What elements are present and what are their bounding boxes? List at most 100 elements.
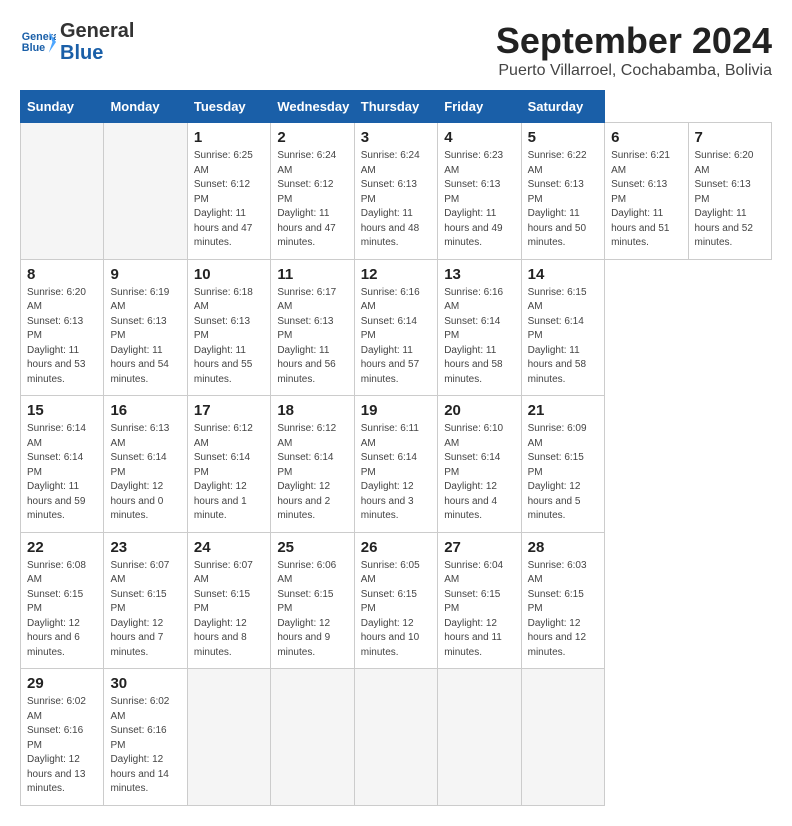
day-info: Sunrise: 6:06 AMSunset: 6:15 PMDaylight:… — [277, 559, 347, 661]
day-info: Sunrise: 6:02 AMSunset: 6:16 PMDaylight:… — [27, 695, 97, 797]
day-info: Sunrise: 6:12 AMSunset: 6:14 PMDaylight:… — [277, 422, 347, 524]
day-number: 30 — [110, 675, 180, 692]
day-number: 2 — [277, 129, 347, 146]
day-info: Sunrise: 6:17 AMSunset: 6:13 PMDaylight:… — [277, 286, 347, 388]
table-row: 22 Sunrise: 6:08 AMSunset: 6:15 PMDayligh… — [21, 532, 104, 669]
logo: General Blue GeneralBlue — [20, 20, 134, 64]
day-info: Sunrise: 6:11 AMSunset: 6:14 PMDaylight:… — [361, 422, 431, 524]
day-info: Sunrise: 6:25 AMSunset: 6:12 PMDaylight:… — [194, 149, 264, 251]
table-row — [21, 123, 104, 260]
calendar-table: SundayMondayTuesdayWednesdayThursdayFrid… — [20, 90, 772, 806]
location: Puerto Villarroel, Cochabamba, Bolivia — [496, 62, 772, 80]
table-row: 3 Sunrise: 6:24 AMSunset: 6:13 PMDaylight… — [354, 123, 437, 260]
day-number: 22 — [27, 539, 97, 556]
day-info: Sunrise: 6:04 AMSunset: 6:15 PMDaylight:… — [444, 559, 514, 661]
table-row: 18 Sunrise: 6:12 AMSunset: 6:14 PMDayligh… — [271, 396, 354, 533]
day-info: Sunrise: 6:24 AMSunset: 6:12 PMDaylight:… — [277, 149, 347, 251]
table-row — [354, 669, 437, 806]
svg-text:Blue: Blue — [22, 42, 45, 54]
table-row: 21 Sunrise: 6:09 AMSunset: 6:15 PMDayligh… — [521, 396, 604, 533]
day-number: 20 — [444, 402, 514, 419]
table-row: 26Sunrise: 6:05 AMSunset: 6:15 PMDayligh… — [354, 532, 437, 669]
table-row: 14 Sunrise: 6:15 AMSunset: 6:14 PMDayligh… — [521, 259, 604, 396]
day-info: Sunrise: 6:13 AMSunset: 6:14 PMDaylight:… — [110, 422, 180, 524]
weekday-header-tuesday: Tuesday — [187, 91, 270, 123]
day-info: Sunrise: 6:16 AMSunset: 6:14 PMDaylight:… — [444, 286, 514, 388]
table-row: 17 Sunrise: 6:12 AMSunset: 6:14 PMDayligh… — [187, 396, 270, 533]
title-block: September 2024 Puerto Villarroel, Cochab… — [496, 20, 772, 80]
table-row: 1 Sunrise: 6:25 AMSunset: 6:12 PMDaylight… — [187, 123, 270, 260]
table-row: 25 Sunrise: 6:06 AMSunset: 6:15 PMDayligh… — [271, 532, 354, 669]
day-info: Sunrise: 6:14 AMSunset: 6:14 PMDaylight:… — [27, 422, 97, 524]
weekday-header-saturday: Saturday — [521, 91, 604, 123]
table-row: 23Sunrise: 6:07 AMSunset: 6:15 PMDayligh… — [104, 532, 187, 669]
day-number: 21 — [528, 402, 598, 419]
day-info: Sunrise: 6:03 AMSunset: 6:15 PMDaylight:… — [528, 559, 598, 661]
logo-icon: General Blue — [20, 24, 56, 60]
table-row: 16Sunrise: 6:13 AMSunset: 6:14 PMDayligh… — [104, 396, 187, 533]
day-info: Sunrise: 6:16 AMSunset: 6:14 PMDaylight:… — [361, 286, 431, 388]
weekday-header-friday: Friday — [438, 91, 521, 123]
day-number: 3 — [361, 129, 431, 146]
day-number: 8 — [27, 266, 97, 283]
month-title: September 2024 — [496, 20, 772, 62]
day-number: 27 — [444, 539, 514, 556]
table-row: 9Sunrise: 6:19 AMSunset: 6:13 PMDaylight… — [104, 259, 187, 396]
weekday-header-sunday: Sunday — [21, 91, 104, 123]
day-info: Sunrise: 6:02 AMSunset: 6:16 PMDaylight:… — [110, 695, 180, 797]
day-info: Sunrise: 6:20 AMSunset: 6:13 PMDaylight:… — [695, 149, 766, 251]
day-info: Sunrise: 6:22 AMSunset: 6:13 PMDaylight:… — [528, 149, 598, 251]
day-number: 5 — [528, 129, 598, 146]
day-info: Sunrise: 6:10 AMSunset: 6:14 PMDaylight:… — [444, 422, 514, 524]
day-info: Sunrise: 6:19 AMSunset: 6:13 PMDaylight:… — [110, 286, 180, 388]
day-number: 14 — [528, 266, 598, 283]
day-info: Sunrise: 6:05 AMSunset: 6:15 PMDaylight:… — [361, 559, 431, 661]
day-info: Sunrise: 6:24 AMSunset: 6:13 PMDaylight:… — [361, 149, 431, 251]
day-number: 1 — [194, 129, 264, 146]
day-number: 28 — [528, 539, 598, 556]
day-number: 17 — [194, 402, 264, 419]
table-row: 13 Sunrise: 6:16 AMSunset: 6:14 PMDayligh… — [438, 259, 521, 396]
day-info: Sunrise: 6:15 AMSunset: 6:14 PMDaylight:… — [528, 286, 598, 388]
table-row: 6Sunrise: 6:21 AMSunset: 6:13 PMDaylight… — [605, 123, 688, 260]
day-info: Sunrise: 6:23 AMSunset: 6:13 PMDaylight:… — [444, 149, 514, 251]
table-row: 27 Sunrise: 6:04 AMSunset: 6:15 PMDayligh… — [438, 532, 521, 669]
day-number: 7 — [695, 129, 766, 146]
day-info: Sunrise: 6:08 AMSunset: 6:15 PMDaylight:… — [27, 559, 97, 661]
day-number: 12 — [361, 266, 431, 283]
day-info: Sunrise: 6:18 AMSunset: 6:13 PMDaylight:… — [194, 286, 264, 388]
day-number: 23 — [110, 539, 180, 556]
table-row — [271, 669, 354, 806]
day-info: Sunrise: 6:12 AMSunset: 6:14 PMDaylight:… — [194, 422, 264, 524]
day-info: Sunrise: 6:20 AMSunset: 6:13 PMDaylight:… — [27, 286, 97, 388]
table-row: 7 Sunrise: 6:20 AMSunset: 6:13 PMDaylight… — [688, 123, 772, 260]
day-number: 25 — [277, 539, 347, 556]
table-row: 2 Sunrise: 6:24 AMSunset: 6:12 PMDaylight… — [271, 123, 354, 260]
table-row: 12 Sunrise: 6:16 AMSunset: 6:14 PMDayligh… — [354, 259, 437, 396]
logo-text: GeneralBlue — [60, 20, 134, 64]
day-number: 18 — [277, 402, 347, 419]
day-number: 11 — [277, 266, 347, 283]
table-row: 20 Sunrise: 6:10 AMSunset: 6:14 PMDayligh… — [438, 396, 521, 533]
table-row — [438, 669, 521, 806]
day-info: Sunrise: 6:09 AMSunset: 6:15 PMDaylight:… — [528, 422, 598, 524]
day-number: 6 — [611, 129, 681, 146]
day-number: 29 — [27, 675, 97, 692]
weekday-header-monday: Monday — [104, 91, 187, 123]
table-row — [104, 123, 187, 260]
table-row: 28 Sunrise: 6:03 AMSunset: 6:15 PMDayligh… — [521, 532, 604, 669]
day-info: Sunrise: 6:07 AMSunset: 6:15 PMDaylight:… — [194, 559, 264, 661]
table-row — [187, 669, 270, 806]
table-row: 30 Sunrise: 6:02 AMSunset: 6:16 PMDayligh… — [104, 669, 187, 806]
page-header: General Blue GeneralBlue September 2024 … — [20, 20, 772, 80]
table-row: 19Sunrise: 6:11 AMSunset: 6:14 PMDayligh… — [354, 396, 437, 533]
table-row: 5 Sunrise: 6:22 AMSunset: 6:13 PMDaylight… — [521, 123, 604, 260]
table-row: 29 Sunrise: 6:02 AMSunset: 6:16 PMDayligh… — [21, 669, 104, 806]
table-row: 4Sunrise: 6:23 AMSunset: 6:13 PMDaylight… — [438, 123, 521, 260]
table-row: 11 Sunrise: 6:17 AMSunset: 6:13 PMDayligh… — [271, 259, 354, 396]
weekday-header-thursday: Thursday — [354, 91, 437, 123]
weekday-header-wednesday: Wednesday — [271, 91, 354, 123]
table-row: 10Sunrise: 6:18 AMSunset: 6:13 PMDayligh… — [187, 259, 270, 396]
day-number: 13 — [444, 266, 514, 283]
table-row — [521, 669, 604, 806]
